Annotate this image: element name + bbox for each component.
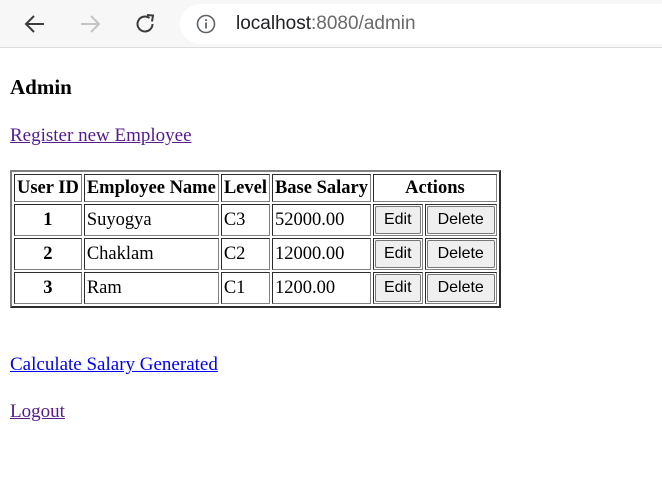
edit-button[interactable]: Edit — [374, 274, 421, 302]
table-row: 1 Suyogya C3 52000.00 Edit Delete — [14, 204, 497, 236]
employee-table: User ID Employee Name Level Base Salary … — [10, 170, 501, 308]
cell-user-id: 1 — [14, 204, 82, 236]
cell-base-salary: 52000.00 — [271, 204, 371, 236]
cell-user-id: 3 — [14, 272, 82, 304]
cell-level: C2 — [220, 238, 270, 270]
delete-button[interactable]: Delete — [426, 240, 495, 268]
address-bar[interactable]: localhost:8080/admin — [180, 4, 662, 44]
url-port-path: :8080/admin — [311, 13, 416, 34]
cell-level: C1 — [220, 272, 270, 304]
cell-delete: Delete — [424, 272, 497, 304]
page-title: Admin — [10, 75, 72, 99]
cell-employee-name: Suyogya — [83, 204, 219, 236]
cell-delete: Delete — [424, 238, 497, 270]
cell-delete: Delete — [424, 204, 497, 236]
header-level: Level — [220, 174, 270, 202]
header-base-salary: Base Salary — [271, 174, 371, 202]
arrow-left-icon — [24, 15, 44, 33]
cell-base-salary: 1200.00 — [271, 272, 371, 304]
table-row: 3 Ram C1 1200.00 Edit Delete — [14, 272, 497, 304]
reload-icon — [136, 14, 155, 33]
table-row: 2 Chaklam C2 12000.00 Edit Delete — [14, 238, 497, 270]
edit-button[interactable]: Edit — [374, 206, 421, 234]
header-employee-name: Employee Name — [83, 174, 219, 202]
calculate-salary-link[interactable]: Calculate Salary Generated — [10, 353, 218, 377]
url-host: localhost — [236, 13, 311, 34]
logout-link[interactable]: Logout — [10, 400, 65, 424]
register-employee-link[interactable]: Register new Employee — [10, 124, 192, 148]
forward-button[interactable] — [74, 8, 106, 40]
cell-edit: Edit — [372, 238, 423, 270]
back-button[interactable] — [19, 8, 51, 40]
cell-user-id: 2 — [14, 238, 82, 270]
cell-edit: Edit — [372, 272, 423, 304]
edit-button[interactable]: Edit — [374, 240, 421, 268]
delete-button[interactable]: Delete — [426, 274, 495, 302]
arrow-right-icon — [81, 15, 101, 33]
header-actions: Actions — [372, 174, 497, 202]
browser-toolbar: localhost:8080/admin — [0, 0, 662, 48]
reload-button[interactable] — [129, 8, 161, 40]
url-text[interactable]: localhost:8080/admin — [236, 12, 416, 36]
cell-employee-name: Chaklam — [83, 238, 219, 270]
cell-employee-name: Ram — [83, 272, 219, 304]
cell-base-salary: 12000.00 — [271, 238, 371, 270]
delete-button[interactable]: Delete — [426, 206, 495, 234]
info-icon[interactable] — [196, 14, 216, 34]
table-header-row: User ID Employee Name Level Base Salary … — [14, 174, 497, 202]
header-user-id: User ID — [14, 174, 82, 202]
cell-level: C3 — [220, 204, 270, 236]
cell-edit: Edit — [372, 204, 423, 236]
